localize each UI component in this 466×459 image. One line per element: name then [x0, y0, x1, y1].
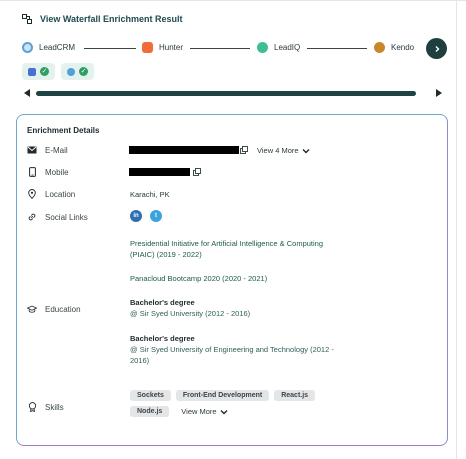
phone-source-chip[interactable]: ✓ — [61, 63, 94, 80]
education-degree: Bachelor's degree — [130, 334, 195, 343]
next-provider-button[interactable] — [426, 38, 447, 59]
redacted-mobile — [129, 168, 190, 176]
check-icon: ✓ — [79, 67, 88, 76]
right-divider — [456, 0, 457, 459]
hunter-icon — [142, 42, 153, 53]
mobile-row-label: Mobile — [27, 167, 69, 177]
provider-label: LeadIQ — [274, 43, 301, 52]
panel-title[interactable]: View Waterfall Enrichment Result — [40, 14, 183, 24]
provider-kendo[interactable]: Kendo — [374, 42, 414, 53]
location-pin-icon — [27, 189, 37, 199]
skill-tag: React.js — [274, 390, 316, 401]
skills-row-label: Skills — [27, 402, 64, 412]
copy-icon[interactable] — [240, 146, 248, 154]
skill-tag: Sockets — [130, 390, 171, 401]
social-row-label: Social Links — [27, 212, 88, 222]
provider-label: Kendo — [391, 43, 415, 52]
timeline-connector — [84, 48, 136, 49]
chevron-down-icon — [302, 148, 310, 153]
badge-icon — [27, 402, 37, 412]
chevron-right-icon — [435, 45, 439, 52]
enrichment-details-card: Enrichment Details E-Mail View 4 More Mo… — [16, 114, 448, 446]
view-more-label: View 4 More — [257, 146, 299, 155]
education-entry: Bachelor's degree @ Sir Syed University … — [130, 333, 334, 366]
timeline-connector — [190, 48, 250, 49]
education-entry[interactable]: Panacloud Bootcamp 2020 (2020 - 2021) — [130, 273, 267, 284]
email-view-more[interactable]: View 4 More — [257, 146, 310, 155]
provider-hunter[interactable]: Hunter — [142, 42, 183, 53]
social-label: Social Links — [45, 212, 88, 222]
panel-header: View Waterfall Enrichment Result — [22, 14, 183, 24]
timeline-connector — [307, 48, 367, 49]
education-school: Presidential Initiative for Artificial I… — [130, 239, 324, 248]
skills-list: Sockets Front-End Development React.js N… — [130, 390, 370, 422]
copy-icon[interactable] — [193, 168, 201, 176]
check-icon: ✓ — [40, 67, 49, 76]
graduation-cap-icon — [27, 304, 37, 314]
location-value: Karachi, PK — [130, 190, 170, 199]
location-label: Location — [45, 189, 76, 199]
leadiq-icon — [257, 42, 268, 53]
provider-leadcrm[interactable]: LeadCRM — [22, 42, 75, 53]
redacted-email — [129, 146, 239, 154]
location-row-label: Location — [27, 189, 75, 199]
kendo-icon — [374, 42, 385, 53]
top-divider — [0, 0, 466, 1]
linkedin-icon[interactable]: in — [130, 210, 142, 222]
provider-leadiq[interactable]: LeadIQ — [257, 42, 300, 53]
view-more-label: View More — [181, 407, 217, 416]
education-school: @ Sir Syed University of Engineering and… — [130, 345, 334, 354]
education-school: @ Sir Syed University (2012 - 2016) — [130, 309, 251, 318]
chevron-down-icon — [220, 409, 228, 414]
email-row-label: E-Mail — [27, 145, 68, 155]
gmail-source-chip[interactable]: ✓ — [22, 63, 55, 80]
card-title: Enrichment Details — [27, 126, 100, 135]
mail-icon — [27, 145, 37, 155]
leadcrm-icon — [22, 42, 33, 53]
skills-view-more[interactable]: View More — [181, 407, 228, 416]
phone-outline-icon — [27, 167, 37, 177]
provider-label: LeadCRM — [39, 43, 76, 52]
email-label: E-Mail — [45, 145, 68, 155]
mobile-label: Mobile — [45, 167, 69, 177]
link-icon — [27, 212, 37, 222]
social-links: in t — [130, 210, 162, 222]
education-entry[interactable]: Presidential Initiative for Artificial I… — [130, 238, 323, 260]
education-row-label: Education — [27, 304, 81, 314]
twitter-icon[interactable]: t — [150, 210, 162, 222]
horizontal-scrollbar[interactable] — [22, 88, 442, 100]
skill-tag: Front-End Development — [175, 390, 270, 401]
provider-label: Hunter — [159, 43, 184, 52]
education-entry: Bachelor's degree @ Sir Syed University … — [130, 297, 250, 319]
source-chips: ✓ ✓ — [22, 63, 94, 80]
waterfall-icon — [22, 14, 32, 24]
phone-icon — [67, 67, 75, 76]
education-school-continued: 2016) — [130, 356, 150, 365]
scrollbar-thumb[interactable] — [36, 91, 416, 96]
scroll-right-icon[interactable] — [436, 89, 442, 97]
skills-label: Skills — [45, 402, 64, 412]
scroll-left-icon[interactable] — [24, 89, 30, 97]
education-dates: (PIAIC) (2019 - 2022) — [130, 250, 202, 259]
education-degree: Bachelor's degree — [130, 298, 195, 307]
provider-timeline: LeadCRM Hunter LeadIQ Kendo — [22, 38, 450, 58]
education-label: Education — [45, 304, 81, 314]
skill-tag: Node.js — [130, 406, 170, 417]
gmail-icon — [28, 67, 36, 76]
education-school: Panacloud Bootcamp 2020 (2020 - 2021) — [130, 274, 268, 283]
